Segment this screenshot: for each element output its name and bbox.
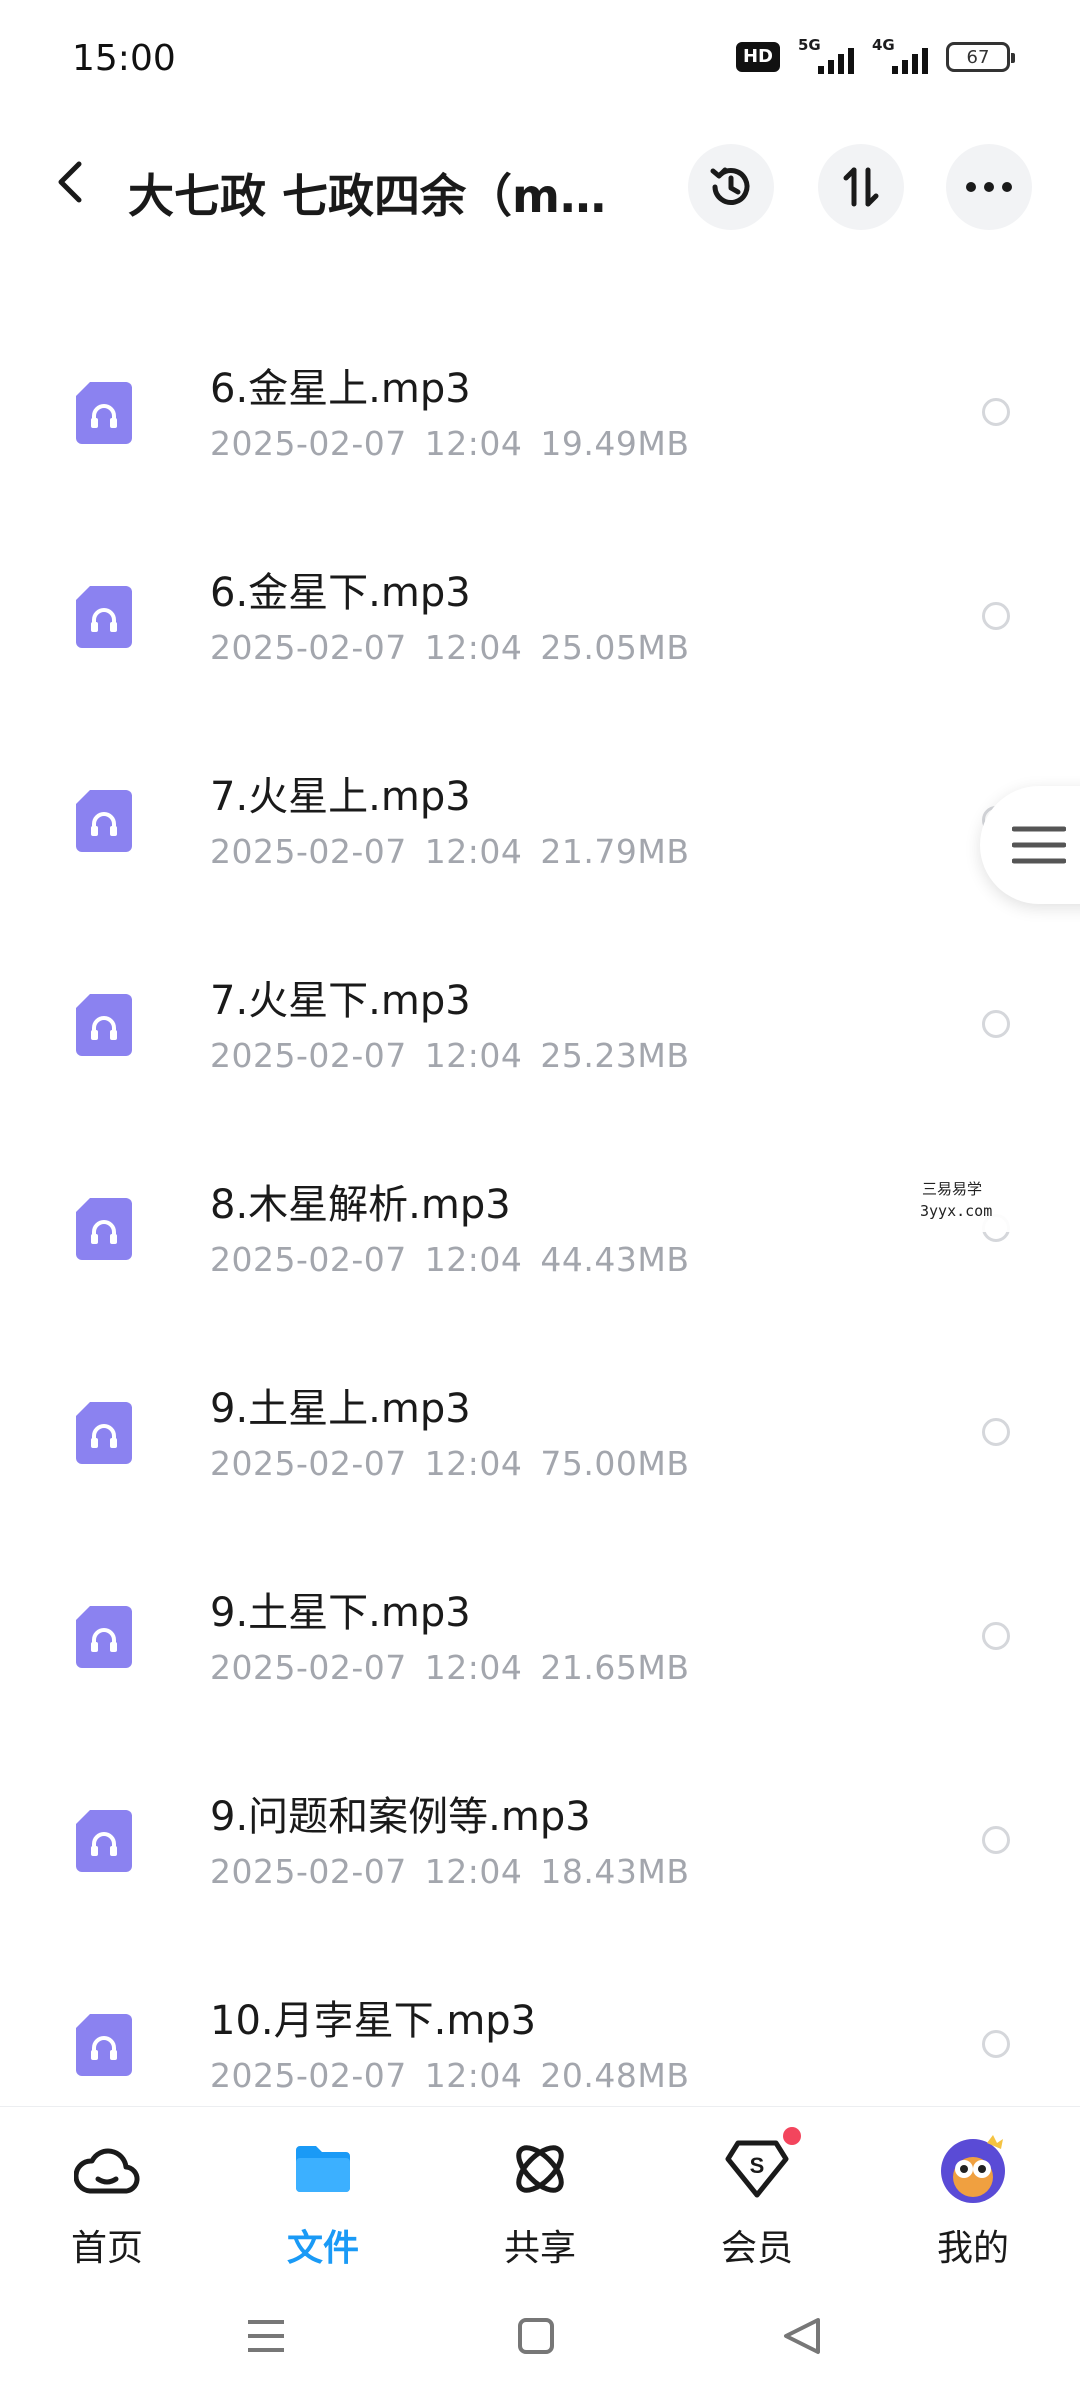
file-name: 9.土星下.mp3: [210, 1590, 471, 1636]
list-item[interactable]: 7.火星上.mp3 2025-02-07 12:04 21.79MB: [0, 718, 1080, 922]
list-item[interactable]: 6.金星上.mp3 2025-02-07 12:04 19.49MB: [0, 310, 1080, 514]
list-item[interactable]: 6.金星下.mp3 2025-02-07 12:04 25.05MB: [0, 514, 1080, 718]
file-meta: 2025-02-07 12:04 25.05MB: [210, 628, 690, 667]
file-meta: 2025-02-07 12:04 25.23MB: [210, 1036, 690, 1075]
audio-file-icon: [76, 994, 132, 1056]
history-icon[interactable]: [688, 144, 774, 230]
select-checkbox[interactable]: [982, 1010, 1010, 1038]
file-name: 6.金星下.mp3: [210, 570, 471, 616]
select-checkbox[interactable]: [982, 1622, 1010, 1650]
file-meta: 2025-02-07 12:04 19.49MB: [210, 424, 690, 463]
signal-5g-icon: 5G: [798, 36, 854, 74]
more-icon[interactable]: [946, 144, 1032, 230]
list-item[interactable]: 9.问题和案例等.mp3 2025-02-07 12:04 18.43MB: [0, 1738, 1080, 1942]
page-title: 大七政 七政四余（m...: [128, 169, 608, 223]
audio-file-icon: [76, 1810, 132, 1872]
audio-file-icon: [76, 382, 132, 444]
recents-icon[interactable]: [236, 2306, 296, 2366]
select-checkbox[interactable]: [982, 398, 1010, 426]
status-icons: HD 5G 4G 67: [735, 36, 1015, 74]
file-name: 10.月孛星下.mp3: [210, 1998, 537, 2044]
home-square-icon[interactable]: [506, 2306, 566, 2366]
header: 大七政 七政四余（m...: [0, 130, 1080, 250]
select-checkbox[interactable]: [982, 1826, 1010, 1854]
audio-file-icon: [76, 1606, 132, 1668]
tab-vip[interactable]: S 会员: [682, 2127, 832, 2273]
file-name: 9.问题和案例等.mp3: [210, 1794, 591, 1840]
file-meta: 2025-02-07 12:04 18.43MB: [210, 1852, 690, 1891]
tab-label: 首页: [70, 2228, 143, 2269]
list-item[interactable]: 7.火星下.mp3 2025-02-07 12:04 25.23MB: [0, 922, 1080, 1126]
battery-level: 67: [966, 46, 990, 68]
back-arrow-icon[interactable]: [40, 152, 100, 212]
home-cloud-icon: [71, 2133, 143, 2205]
tab-label: 会员: [720, 2228, 793, 2269]
tab-label: 文件: [286, 2228, 359, 2269]
file-meta: 2025-02-07 12:04 44.43MB: [210, 1240, 690, 1279]
status-time: 15:00: [72, 38, 176, 79]
audio-file-icon: [76, 2014, 132, 2076]
audio-file-icon: [76, 790, 132, 852]
tab-profile[interactable]: 我的: [898, 2133, 1048, 2273]
system-nav-bar: [0, 2276, 1080, 2400]
svg-text:S: S: [750, 2153, 765, 2178]
status-bar: 15:00 HD 5G 4G 67: [0, 0, 1080, 120]
file-name: 8.木星解析.mp3: [210, 1182, 511, 1228]
tab-home[interactable]: 首页: [32, 2133, 182, 2273]
file-name: 7.火星上.mp3: [210, 774, 471, 820]
bottom-nav: 首页 文件 共享 S 会员 我的: [0, 2106, 1080, 2277]
tab-files[interactable]: 文件: [248, 2133, 398, 2273]
watermark-text: 三易易学: [922, 1180, 983, 1198]
audio-file-icon: [76, 586, 132, 648]
file-meta: 2025-02-07 12:04 21.79MB: [210, 832, 690, 871]
share-atom-icon: [504, 2133, 576, 2205]
signal-4g-icon: 4G: [872, 36, 928, 74]
tab-share[interactable]: 共享: [465, 2133, 615, 2273]
select-checkbox[interactable]: [982, 2030, 1010, 2058]
file-meta: 2025-02-07 12:04 75.00MB: [210, 1444, 690, 1483]
tab-label: 共享: [503, 2228, 576, 2269]
file-name: 7.火星下.mp3: [210, 978, 471, 1024]
back-triangle-icon[interactable]: [772, 2306, 832, 2366]
vip-diamond-icon: S: [721, 2127, 801, 2205]
hd-voice-icon: HD: [735, 42, 780, 72]
watermark: 三易易学 3yyx.com: [822, 1176, 1062, 1232]
battery-icon: 67: [946, 42, 1015, 72]
tab-label: 我的: [936, 2228, 1009, 2269]
select-checkbox[interactable]: [982, 1418, 1010, 1446]
list-item[interactable]: 9.土星上.mp3 2025-02-07 12:04 75.00MB: [0, 1330, 1080, 1534]
menu-lines-icon: [1012, 826, 1066, 864]
notification-dot: [783, 2127, 801, 2145]
folder-icon: [287, 2133, 359, 2205]
sort-icon[interactable]: [818, 144, 904, 230]
avatar-icon: [937, 2133, 1009, 2205]
select-checkbox[interactable]: [982, 602, 1010, 630]
file-meta: 2025-02-07 12:04 21.65MB: [210, 1648, 690, 1687]
list-item[interactable]: 9.土星下.mp3 2025-02-07 12:04 21.65MB: [0, 1534, 1080, 1738]
audio-file-icon: [76, 1198, 132, 1260]
file-meta: 2025-02-07 12:04 20.48MB: [210, 2056, 690, 2095]
watermark-url: 3yyx.com: [920, 1202, 993, 1220]
file-name: 6.金星上.mp3: [210, 366, 471, 412]
audio-file-icon: [76, 1402, 132, 1464]
file-name: 9.土星上.mp3: [210, 1386, 471, 1432]
